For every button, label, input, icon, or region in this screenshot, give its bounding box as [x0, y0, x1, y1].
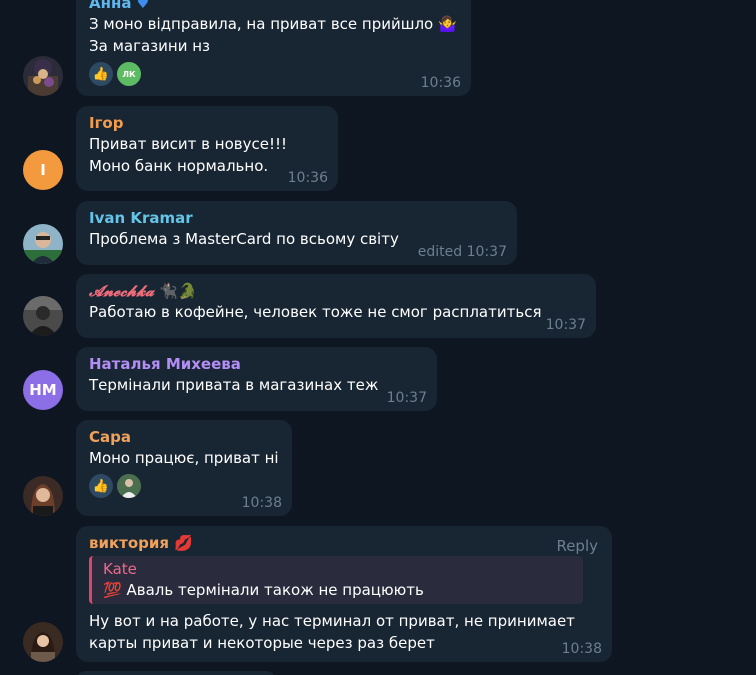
blue-heart-icon: ♥ — [136, 0, 150, 12]
message-text: Моно працює, приват ні — [89, 449, 279, 467]
edited-label: edited — [417, 244, 463, 260]
quoted-sender: Kate — [103, 560, 137, 578]
thumbs-up-icon[interactable]: 👍 — [89, 474, 113, 498]
message-time: 10:38 — [561, 641, 602, 657]
message-time: 10:37 — [466, 244, 507, 260]
message-bubble[interactable]: Анна ♥ З моно відправила, на приват все … — [76, 0, 471, 96]
message-text: карты приват и некоторые через раз берет — [89, 634, 435, 652]
message-text: Термінали привата в магазинах теж — [89, 376, 379, 394]
message-bubble[interactable]: виктория 💋 Reply Kate 💯 Аваль термінали … — [76, 526, 612, 662]
cat-crocodile-emoji: 🐈‍⬛🐊 — [159, 282, 197, 300]
message-bubble[interactable] — [76, 671, 276, 675]
message-time: 10:37 — [386, 390, 427, 406]
reactor-avatar-icon[interactable] — [117, 474, 141, 498]
quoted-message[interactable]: Kate 💯 Аваль термінали також не працюють — [89, 556, 583, 604]
sender-name[interactable]: Сара — [89, 427, 279, 447]
message-text: З моно відправила, на приват все прийшло… — [89, 15, 457, 33]
message-text: Ну вот и на работе, у нас терминал от пр… — [89, 612, 575, 630]
reply-button[interactable]: Reply — [556, 537, 598, 555]
quoted-text: 💯 Аваль термінали також не працюють — [103, 581, 424, 599]
message-bubble[interactable]: Ivan Kramar Проблема з MasterCard по всь… — [76, 201, 517, 265]
message-time: 10:36 — [287, 170, 328, 186]
message-meta: edited 10:37 — [418, 244, 507, 260]
message-text: Работаю в кофейне, человек тоже не смог … — [89, 303, 542, 321]
message-time: 10:37 — [545, 317, 586, 333]
reactor-avatar-icon[interactable]: ЛК — [117, 62, 141, 86]
avatar[interactable]: НМ — [23, 370, 63, 410]
avatar[interactable] — [23, 224, 63, 264]
message-bubble[interactable]: Сара Моно працює, приват ні 👍 10:38 — [76, 420, 292, 516]
avatar[interactable] — [23, 622, 63, 662]
sender-name[interactable]: Наталья Михеева — [89, 354, 424, 374]
message-time: 10:38 — [241, 495, 282, 511]
reactions: 👍 ЛК — [89, 62, 458, 86]
sender-name[interactable]: Ігор — [89, 113, 325, 133]
message-bubble[interactable]: Наталья Михеева Термінали привата в мага… — [76, 347, 437, 411]
sender-name[interactable]: виктория 💋 — [89, 533, 599, 553]
sender-name[interactable]: 𝓐𝓷𝓮𝓬𝓱𝓴𝓪 🐈‍⬛🐊 — [89, 281, 583, 301]
sender-name[interactable]: Ivan Kramar — [89, 208, 504, 228]
thumbs-up-icon[interactable]: 👍 — [89, 62, 113, 86]
message-text: За магазини нз — [89, 37, 210, 55]
sender-name[interactable]: Анна ♥ — [89, 0, 458, 13]
avatar[interactable]: І — [23, 150, 63, 190]
message-text: Приват висит в новусе!!! — [89, 135, 288, 153]
chat-history: Анна ♥ З моно відправила, на приват все … — [0, 0, 756, 675]
hundred-points-emoji: 💯 — [103, 581, 122, 599]
message-time: 10:36 — [420, 75, 461, 91]
message-bubble[interactable]: 𝓐𝓷𝓮𝓬𝓱𝓴𝓪 🐈‍⬛🐊 Работаю в кофейне, человек … — [76, 274, 596, 338]
avatar[interactable] — [23, 56, 63, 96]
message-bubble[interactable]: Ігор Приват висит в новусе!!! Моно банк … — [76, 106, 338, 191]
avatar[interactable] — [23, 296, 63, 336]
avatar[interactable] — [23, 476, 63, 516]
lips-emoji: 💋 — [174, 534, 193, 552]
